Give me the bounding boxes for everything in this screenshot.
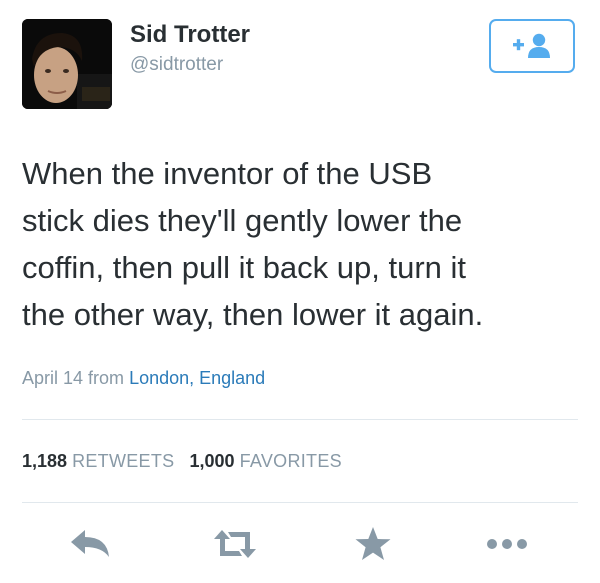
retweet-icon: [214, 530, 256, 558]
favorite-button[interactable]: [348, 522, 398, 566]
tweet-date[interactable]: April 14: [22, 368, 83, 388]
avatar-photo: [22, 19, 112, 109]
tweet-meta: April 14 from London, England: [22, 368, 265, 389]
tweet-text-line: coffin, then pull it back up, turn it: [22, 250, 467, 285]
divider: [22, 502, 578, 503]
tweet-text-line: When the inventor of the USB: [22, 156, 433, 191]
tweet-detail: Sid Trotter @sidtrotter When the invento…: [0, 0, 600, 583]
tweet-stats: 1,188 RETWEETS 1,000 FAVORITES: [22, 451, 342, 472]
favorites-stat[interactable]: 1,000 FAVORITES: [190, 451, 342, 471]
tweet-text: When the inventor of the USB stick dies …: [22, 150, 582, 338]
more-options-icon: [487, 539, 527, 549]
retweets-label: RETWEETS: [72, 451, 175, 471]
avatar[interactable]: [22, 19, 112, 109]
from-label: from: [88, 368, 125, 388]
tweet-location[interactable]: London, England: [129, 368, 265, 388]
retweets-count: 1,188: [22, 451, 68, 471]
reply-button[interactable]: [66, 522, 116, 566]
follow-button[interactable]: [489, 19, 575, 73]
more-options-button[interactable]: [482, 522, 532, 566]
tweet-text-line: the other way, then lower it again.: [22, 297, 484, 332]
display-name[interactable]: Sid Trotter: [130, 21, 250, 49]
reply-icon: [71, 530, 109, 557]
user-handle[interactable]: @sidtrotter: [130, 54, 223, 76]
retweet-button[interactable]: [210, 522, 260, 566]
retweets-stat[interactable]: 1,188 RETWEETS: [22, 451, 179, 471]
tweet-text-line: stick dies they'll gently lower the: [22, 203, 463, 238]
add-user-icon: [513, 33, 550, 58]
favorites-label: FAVORITES: [239, 451, 342, 471]
favorites-count: 1,000: [189, 451, 235, 471]
divider: [22, 419, 578, 420]
favorite-star-icon: [355, 527, 391, 560]
